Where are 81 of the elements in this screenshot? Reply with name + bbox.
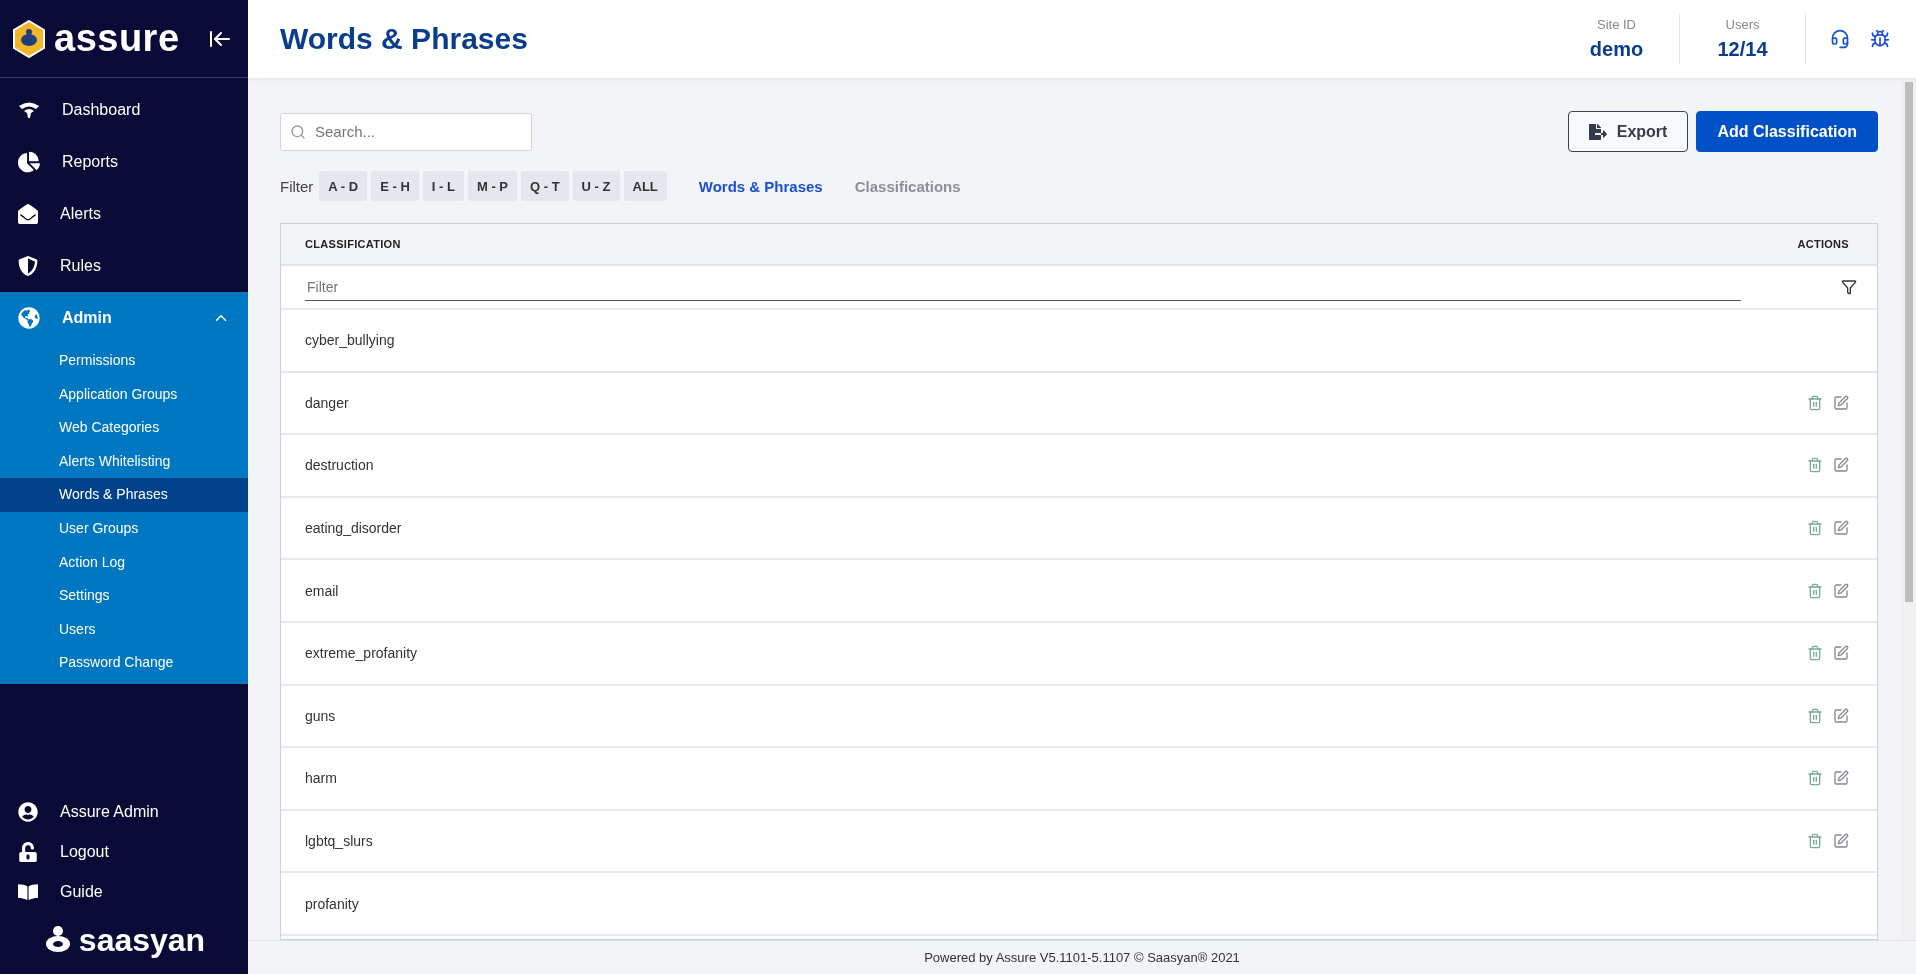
search-field[interactable]: Search... xyxy=(280,112,532,151)
edit-icon[interactable] xyxy=(1833,833,1849,850)
book-icon xyxy=(18,882,38,902)
nav-subitem[interactable]: User Groups xyxy=(0,511,248,546)
edit-icon[interactable] xyxy=(1833,457,1849,474)
page-title: Words & Phrases xyxy=(280,22,529,56)
table-cell-text: guns xyxy=(305,707,337,724)
nav-subitem[interactable]: Users xyxy=(0,612,248,647)
table-cell-text: email xyxy=(305,582,340,599)
table-cell-text: danger xyxy=(305,394,350,411)
headset-icon[interactable] xyxy=(1830,29,1850,49)
nav-subitem[interactable]: Permissions xyxy=(0,344,248,378)
table-cell-text: profanity xyxy=(305,895,360,912)
shield-icon xyxy=(18,256,38,276)
padlock-icon xyxy=(18,842,38,862)
nav-item[interactable]: Guide xyxy=(0,872,248,912)
table-cell-text: cyber_bullying xyxy=(305,332,396,349)
letter-filter-button[interactable]: ALL xyxy=(623,171,667,201)
letter-filter-button[interactable]: Q - T xyxy=(521,171,569,201)
edit-icon[interactable] xyxy=(1833,582,1849,599)
delete-icon[interactable] xyxy=(1807,394,1823,411)
letter-filter-button[interactable]: E - H xyxy=(371,171,419,201)
filter-label: Filter xyxy=(280,177,314,195)
nav-item[interactable]: Assure Admin xyxy=(0,792,248,832)
nav-subitem[interactable]: Action Log xyxy=(0,545,248,580)
search-icon xyxy=(290,123,306,140)
nav-subitem[interactable]: Settings xyxy=(0,579,248,613)
nav-subitem[interactable]: Password Change xyxy=(0,646,248,680)
signal-icon xyxy=(18,101,40,119)
table-cell-text: lgbtq_slurs xyxy=(305,833,374,850)
nav-subitem[interactable]: Words & Phrases xyxy=(0,478,248,512)
stat-value: 12/14 xyxy=(1717,38,1768,61)
edit-icon[interactable] xyxy=(1833,645,1849,662)
filter-field[interactable]: Filter xyxy=(305,273,1741,301)
logo-text: assure xyxy=(54,17,181,60)
delete-icon[interactable] xyxy=(1807,520,1823,537)
stat-value: demo xyxy=(1589,38,1644,61)
column-header: CLASSIFICATION xyxy=(305,238,401,250)
table-cell-text: destruction xyxy=(305,457,375,474)
delete-icon[interactable] xyxy=(1807,770,1823,787)
bug-icon[interactable] xyxy=(1870,29,1890,49)
edit-icon[interactable] xyxy=(1833,520,1849,537)
brand-text: saasyan xyxy=(78,921,206,959)
bee-hexagon-logo-icon xyxy=(12,19,46,58)
nav-subitem[interactable]: Web Categories xyxy=(0,411,248,445)
column-header: ACTIONS xyxy=(1797,238,1849,250)
edit-icon[interactable] xyxy=(1833,707,1849,724)
nav-item[interactable]: Admin xyxy=(0,292,248,344)
nav-subitem[interactable]: Application Groups xyxy=(0,377,248,412)
export-button[interactable]: Export xyxy=(1567,111,1689,152)
delete-icon[interactable] xyxy=(1807,582,1823,599)
stat-label: Site ID xyxy=(1597,17,1636,32)
nav-item[interactable]: Alerts xyxy=(0,188,248,240)
nav-item[interactable]: Reports xyxy=(0,136,248,188)
user-icon xyxy=(18,802,38,822)
nav-item[interactable]: Dashboard xyxy=(0,84,248,136)
stat-label: Users xyxy=(1725,17,1760,32)
globe-icon xyxy=(18,307,40,329)
delete-icon[interactable] xyxy=(1807,645,1823,662)
pie-chart-icon xyxy=(18,151,40,173)
edit-icon[interactable] xyxy=(1833,770,1849,787)
file-export-icon xyxy=(1588,122,1607,141)
add-button[interactable]: Add Classification xyxy=(1696,111,1878,152)
view-tab[interactable]: Words & Phrases xyxy=(698,177,823,195)
letter-filter-button[interactable]: M - P xyxy=(467,171,517,201)
envelope-icon xyxy=(18,204,38,224)
letter-filter-button[interactable]: U - Z xyxy=(572,171,620,201)
nav-item[interactable]: Logout xyxy=(0,832,248,872)
letter-filter-button[interactable]: I - L xyxy=(422,171,464,201)
filter-icon[interactable] xyxy=(1841,279,1857,295)
delete-icon[interactable] xyxy=(1807,833,1823,850)
letter-filter-button[interactable]: A - D xyxy=(319,171,368,201)
table-cell-text: harm xyxy=(305,770,338,787)
scrollbar-thumb[interactable] xyxy=(1905,82,1913,602)
nav-subitem[interactable]: Alerts Whitelisting xyxy=(0,444,248,479)
nav-item[interactable]: Rules xyxy=(0,240,248,292)
table-cell-text: extreme_profanity xyxy=(305,645,419,662)
delete-icon[interactable] xyxy=(1807,457,1823,474)
edit-icon[interactable] xyxy=(1833,394,1849,411)
table-cell-text: eating_disorder xyxy=(305,520,403,537)
delete-icon[interactable] xyxy=(1807,707,1823,724)
